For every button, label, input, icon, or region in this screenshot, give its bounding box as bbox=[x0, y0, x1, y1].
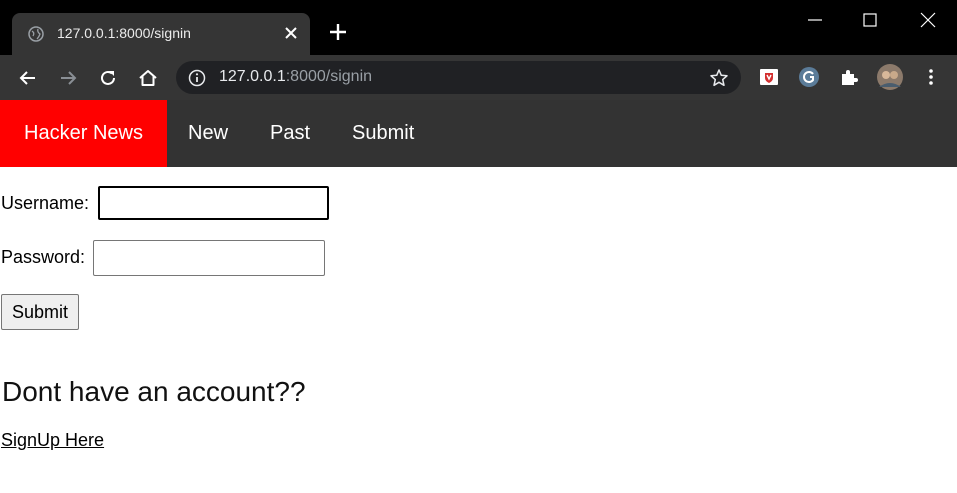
maximize-icon[interactable] bbox=[860, 10, 880, 30]
kebab-menu-icon[interactable] bbox=[920, 66, 942, 88]
info-icon[interactable] bbox=[188, 69, 206, 87]
puzzle-extensions-icon[interactable] bbox=[838, 66, 860, 88]
signup-prompt: Dont have an account?? bbox=[2, 376, 306, 407]
shield-extension-icon[interactable] bbox=[758, 66, 780, 88]
password-label: Password: bbox=[1, 247, 86, 267]
reload-icon[interactable] bbox=[97, 67, 119, 89]
url-host: 127.0.0.1 bbox=[219, 68, 286, 85]
submit-button[interactable]: Submit bbox=[1, 294, 79, 330]
back-arrow-icon[interactable] bbox=[17, 67, 39, 89]
address-bar[interactable]: 127.0.0.1:8000/signin bbox=[176, 61, 741, 94]
forward-arrow-icon[interactable] bbox=[57, 67, 79, 89]
close-icon[interactable] bbox=[282, 24, 300, 42]
window-close-icon[interactable] bbox=[918, 10, 938, 30]
username-input[interactable] bbox=[98, 186, 329, 220]
nav-link-submit[interactable]: Submit bbox=[352, 100, 414, 167]
profile-avatar[interactable] bbox=[876, 63, 904, 91]
address-url[interactable]: 127.0.0.1:8000/signin bbox=[219, 68, 372, 86]
nav-link-past[interactable]: Past bbox=[270, 100, 310, 167]
globe-icon bbox=[28, 26, 44, 42]
site-navbar: Hacker News New Past Submit bbox=[0, 100, 957, 167]
browser-titlebar: 127.0.0.1:8000/signin bbox=[0, 0, 957, 55]
tab-title: 127.0.0.1:8000/signin bbox=[57, 25, 191, 41]
grammarly-extension-icon[interactable] bbox=[798, 66, 820, 88]
browser-tab[interactable]: 127.0.0.1:8000/signin bbox=[12, 13, 310, 55]
minimize-icon[interactable] bbox=[805, 10, 825, 30]
star-icon[interactable] bbox=[709, 68, 729, 88]
signup-link[interactable]: SignUp Here bbox=[1, 430, 104, 451]
url-path: :8000/signin bbox=[285, 68, 373, 85]
brand-link[interactable]: Hacker News bbox=[0, 100, 167, 167]
nav-link-new[interactable]: New bbox=[188, 100, 228, 167]
password-input[interactable] bbox=[93, 240, 325, 276]
username-label: Username: bbox=[1, 193, 90, 213]
plus-icon[interactable] bbox=[328, 22, 348, 42]
browser-toolbar: 127.0.0.1:8000/signin bbox=[0, 55, 957, 100]
home-icon[interactable] bbox=[137, 67, 159, 89]
